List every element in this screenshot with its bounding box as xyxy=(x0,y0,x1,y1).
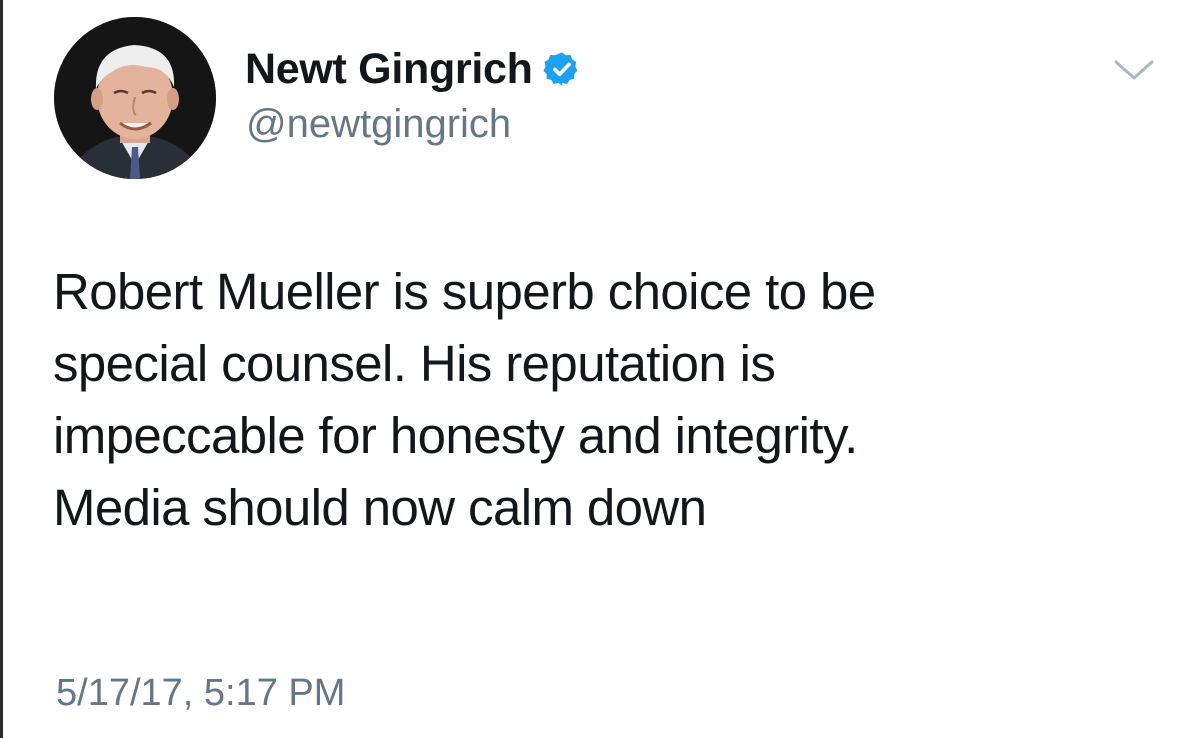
screenshot-edge-divider xyxy=(0,0,3,738)
author-display-name[interactable]: Newt Gingrich xyxy=(245,45,533,94)
tweet-text: Robert Mueller is superb choice to be sp… xyxy=(53,256,1163,544)
author-name-row: Newt Gingrich xyxy=(245,42,581,96)
profile-photo-icon xyxy=(54,17,216,179)
tweet-timestamp[interactable]: 5/17/17, 5:17 PM xyxy=(56,672,345,715)
author-handle[interactable]: @newtgingrich xyxy=(246,102,511,147)
tweet-text-line: Robert Mueller is superb choice to be xyxy=(53,263,876,320)
tweet-text-line: impeccable for honesty and integrity. xyxy=(53,407,858,464)
tweet-menu-button[interactable] xyxy=(1110,52,1158,88)
tweet-card: Newt Gingrich @newtgingrich Robert Muell… xyxy=(0,0,1200,738)
tweet-text-line: Media should now calm down xyxy=(53,479,707,536)
avatar[interactable] xyxy=(54,17,216,179)
verified-badge-icon xyxy=(543,50,581,88)
tweet-text-line: special counsel. His reputation is xyxy=(53,335,776,392)
chevron-down-icon xyxy=(1114,60,1154,80)
